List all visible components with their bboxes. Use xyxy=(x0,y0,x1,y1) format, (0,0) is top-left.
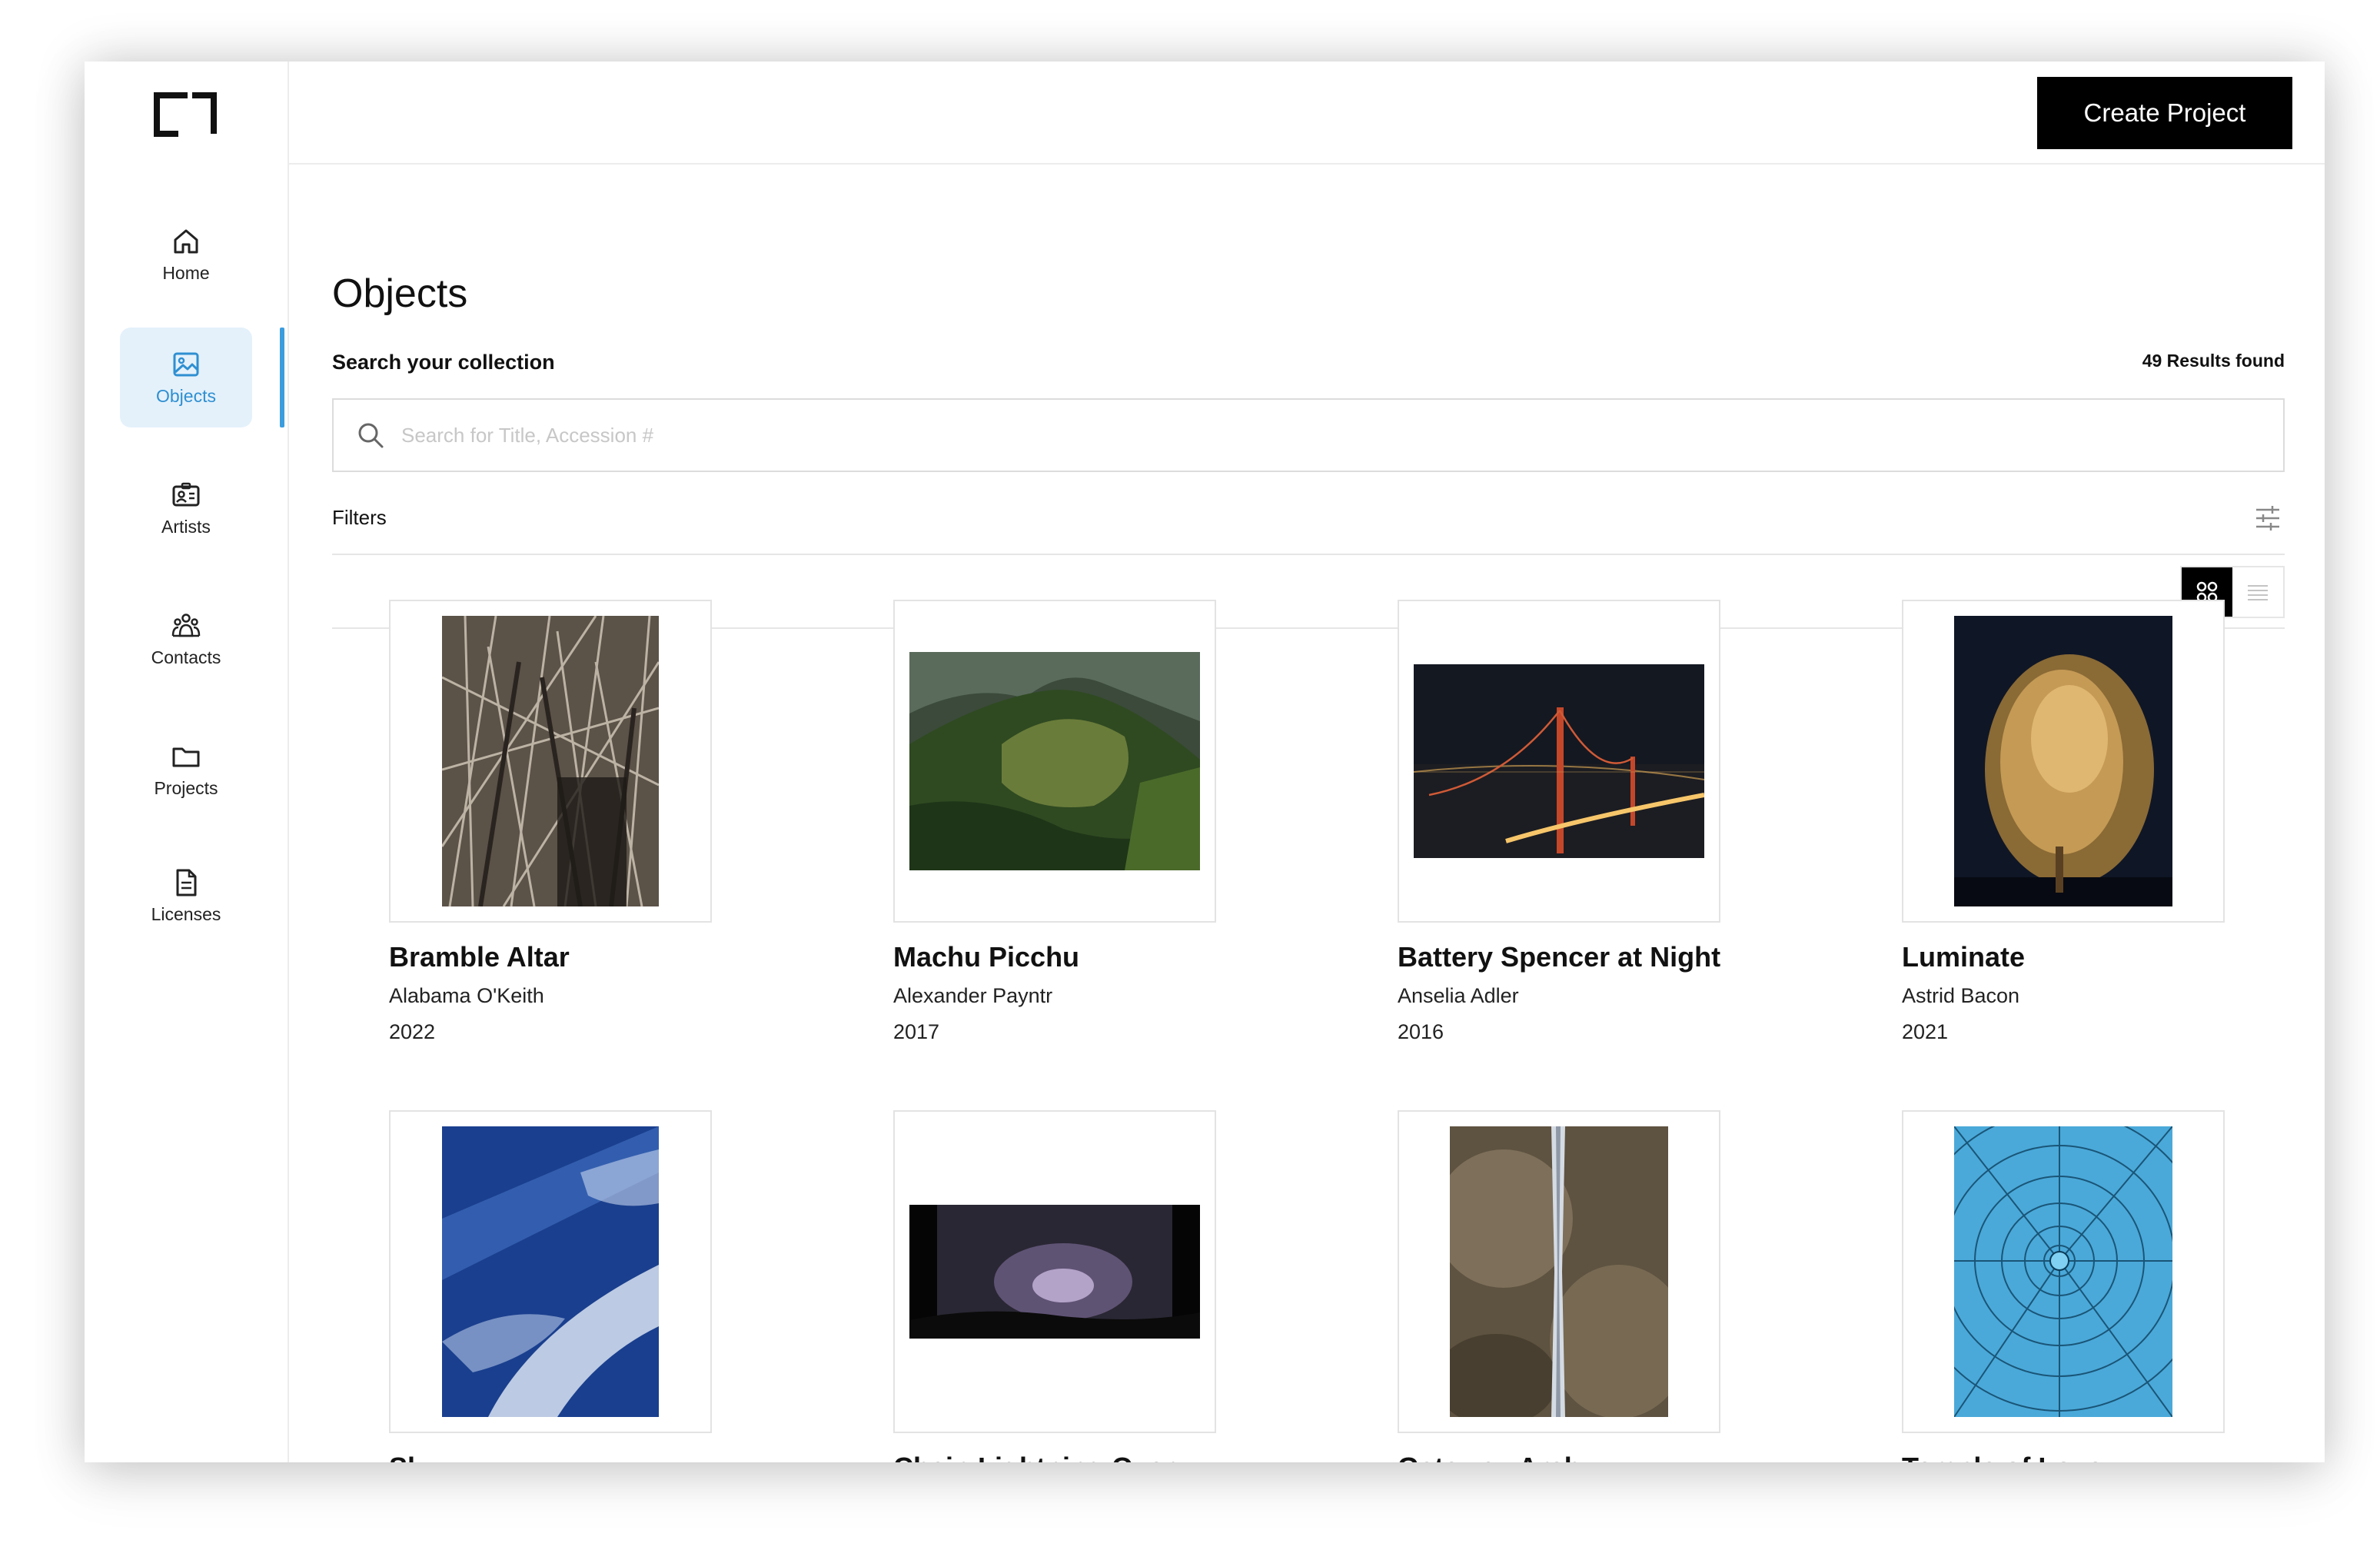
document-icon xyxy=(171,867,201,898)
filters-label[interactable]: Filters xyxy=(332,506,387,530)
brand-logo[interactable] xyxy=(152,91,218,138)
sidebar-item-artists[interactable]: Artists xyxy=(120,458,252,558)
home-icon xyxy=(171,226,201,257)
object-image xyxy=(1450,1126,1668,1417)
sidebar-item-label: Contacts xyxy=(151,647,221,667)
sidebar-item-projects[interactable]: Projects xyxy=(120,720,252,820)
results-count: 49 Results found xyxy=(2142,351,2285,371)
object-title[interactable]: Machu Picchu xyxy=(893,941,1216,973)
filter-sliders-icon[interactable] xyxy=(2254,504,2282,532)
object-card[interactable]: Sky xyxy=(389,1110,712,1462)
list-view-button[interactable] xyxy=(2232,567,2283,617)
object-thumbnail[interactable] xyxy=(389,600,712,923)
sidebar: Home Objects Artists Contacts Projects L… xyxy=(85,62,289,1462)
sidebar-item-licenses[interactable]: Licenses xyxy=(120,846,252,946)
sidebar-item-label: Home xyxy=(162,262,210,283)
object-card[interactable]: Battery Spencer at Night Anselia Adler 2… xyxy=(1398,600,1720,1044)
object-artist: Alabama O'Keith xyxy=(389,984,544,1007)
id-card-icon xyxy=(171,480,201,511)
object-artist: Alexander Payntr xyxy=(893,984,1053,1007)
object-year: 2016 xyxy=(1398,1020,1444,1043)
object-year: 2021 xyxy=(1902,1020,1949,1043)
page-title: Objects xyxy=(332,271,468,316)
app-window: Home Objects Artists Contacts Projects L… xyxy=(85,62,2325,1462)
object-card[interactable]: Machu Picchu Alexander Payntr 2017 xyxy=(893,600,1216,1044)
sidebar-item-label: Objects xyxy=(156,385,216,406)
search-input[interactable] xyxy=(401,423,2169,447)
divider xyxy=(332,554,2285,555)
sidebar-item-objects[interactable]: Objects xyxy=(120,328,252,427)
object-thumbnail[interactable] xyxy=(1398,600,1720,923)
object-title[interactable]: Bramble Altar xyxy=(389,941,712,973)
sidebar-item-label: Artists xyxy=(161,516,211,537)
object-year: 2017 xyxy=(893,1020,940,1043)
search-box[interactable] xyxy=(332,398,2285,472)
sidebar-item-label: Projects xyxy=(154,777,218,798)
object-thumbnail[interactable] xyxy=(1902,1110,2225,1433)
top-bar: Create Project xyxy=(289,62,2325,165)
object-title[interactable]: Sky xyxy=(389,1452,712,1462)
object-year: 2022 xyxy=(389,1020,436,1043)
object-title[interactable]: Gateway Arch xyxy=(1398,1452,1720,1462)
object-title[interactable]: Chain Lightning Over xyxy=(893,1452,1216,1462)
object-thumbnail[interactable] xyxy=(893,1110,1216,1433)
object-card[interactable]: Bramble Altar Alabama O'Keith 2022 xyxy=(389,600,712,1044)
object-thumbnail[interactable] xyxy=(389,1110,712,1433)
object-image xyxy=(442,1126,659,1417)
search-icon xyxy=(355,420,386,451)
object-artist: Astrid Bacon xyxy=(1902,984,2020,1007)
search-label: Search your collection xyxy=(332,351,555,374)
object-artist: Anselia Adler xyxy=(1398,984,1519,1007)
sidebar-item-home[interactable]: Home xyxy=(120,205,252,304)
sidebar-item-label: Licenses xyxy=(151,903,221,924)
create-project-button[interactable]: Create Project xyxy=(2037,77,2292,149)
object-title[interactable]: Battery Spencer at Night xyxy=(1398,941,1720,973)
object-image xyxy=(1954,616,2172,906)
sidebar-item-contacts[interactable]: Contacts xyxy=(120,589,252,689)
image-icon xyxy=(171,349,201,380)
object-image xyxy=(909,652,1200,870)
object-card[interactable]: Gateway Arch xyxy=(1398,1110,1720,1462)
object-title[interactable]: Temple of Love xyxy=(1902,1452,2225,1462)
object-image xyxy=(1414,664,1704,858)
object-card[interactable]: Luminate Astrid Bacon 2021 xyxy=(1902,600,2225,1044)
active-indicator xyxy=(280,328,284,427)
folder-icon xyxy=(171,741,201,772)
object-image xyxy=(442,616,659,906)
object-card[interactable]: Temple of Love xyxy=(1902,1110,2225,1462)
object-image xyxy=(1954,1126,2172,1417)
object-card[interactable]: Chain Lightning Over xyxy=(893,1110,1216,1462)
list-icon xyxy=(2248,585,2268,600)
object-image xyxy=(909,1205,1200,1339)
object-thumbnail[interactable] xyxy=(1398,1110,1720,1433)
object-thumbnail[interactable] xyxy=(1902,600,2225,923)
object-thumbnail[interactable] xyxy=(893,600,1216,923)
object-title[interactable]: Luminate xyxy=(1902,941,2225,973)
group-icon xyxy=(171,610,201,641)
